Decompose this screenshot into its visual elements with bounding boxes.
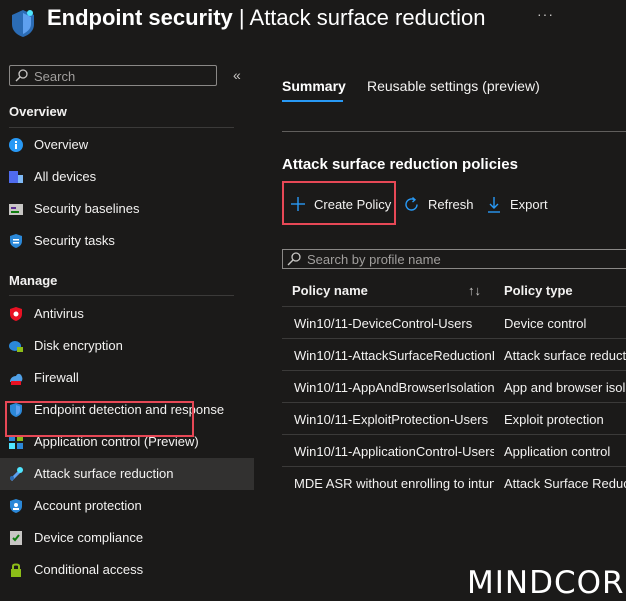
sidebar-item-attack-surface-reduction[interactable]: Attack surface reduction: [0, 458, 254, 490]
column-header-label: Policy name: [292, 283, 368, 298]
section-header-overview: Overview: [9, 104, 67, 119]
sidebar-item-overview[interactable]: Overview: [0, 129, 254, 161]
asr-icon: [9, 467, 23, 482]
disk-encryption-icon: [9, 341, 23, 352]
table-row[interactable]: Win10/11-DeviceControl-Users Device cont…: [282, 306, 626, 338]
sidebar-item-label: Security tasks: [34, 233, 115, 248]
sidebar-item-label: Security baselines: [34, 201, 140, 216]
sidebar-item-label: Device compliance: [34, 530, 144, 545]
endpoint-security-icon: [12, 10, 34, 37]
policy-type-cell: Attack surface reduction rules: [504, 348, 626, 363]
table-row[interactable]: Win10/11-AppAndBrowserIsolation App and …: [282, 370, 626, 402]
antivirus-icon: [10, 307, 22, 321]
selected-tab-indicator: [282, 100, 343, 102]
table-row[interactable]: Win10/11-AttackSurfaceReductionRules Att…: [282, 338, 626, 370]
policy-type-cell: Device control: [504, 316, 587, 331]
account-protection-icon: [10, 499, 22, 513]
sidebar-item-device-compliance[interactable]: Device compliance: [0, 522, 254, 554]
section-divider: [9, 295, 234, 296]
sidebar-item-account-protection[interactable]: Account protection: [0, 490, 254, 522]
profile-search-input[interactable]: Search by profile name: [282, 249, 626, 269]
table-row[interactable]: MDE ASR without enrolling to intune Atta…: [282, 466, 626, 498]
section-header-manage: Manage: [9, 273, 58, 288]
sidebar-item-security-baselines[interactable]: Security baselines: [0, 193, 254, 225]
sidebar-item-label: Antivirus: [34, 306, 84, 321]
title-bar: Endpoint security | Attack surface reduc…: [0, 0, 626, 44]
column-header-policy-name[interactable]: Policy name ↑↓: [282, 274, 494, 306]
search-icon: [15, 69, 28, 82]
sort-icon[interactable]: ↑↓: [468, 283, 481, 298]
search-icon: [287, 252, 301, 266]
profile-search-placeholder: Search by profile name: [307, 252, 441, 267]
create-policy-label: Create Policy: [314, 197, 392, 212]
sidebar-search-placeholder: Search: [34, 69, 76, 84]
create-policy-button[interactable]: Create Policy: [290, 186, 394, 222]
tab-summary[interactable]: Summary: [282, 78, 346, 94]
baselines-icon: [9, 204, 23, 215]
info-icon: [9, 138, 23, 152]
column-header-label: Policy type: [504, 283, 573, 298]
sidebar-item-label: Disk encryption: [34, 338, 123, 353]
export-button[interactable]: Export: [487, 186, 557, 222]
sidebar: Search « Overview Overview All devices S…: [0, 56, 254, 599]
sidebar-item-label: Application control (Preview): [34, 434, 199, 449]
sidebar-search-input[interactable]: Search: [9, 65, 217, 86]
policy-type-cell: App and browser isolation: [504, 380, 626, 395]
sidebar-item-conditional-access[interactable]: Conditional access: [0, 554, 254, 586]
page-title-secondary: | Attack surface reduction: [232, 5, 486, 30]
sidebar-item-label: Attack surface reduction: [34, 466, 174, 481]
edr-shield-icon: [10, 403, 22, 417]
plus-icon: [291, 197, 305, 211]
table-row[interactable]: Win10/11-ApplicationControl-Users Applic…: [282, 434, 626, 466]
sidebar-item-all-devices[interactable]: All devices: [0, 161, 254, 193]
policy-name-cell[interactable]: Win10/11-ExploitProtection-Users: [294, 412, 494, 427]
sidebar-item-security-tasks[interactable]: Security tasks: [0, 225, 254, 257]
tab-reusable-settings[interactable]: Reusable settings (preview): [367, 78, 540, 94]
more-options-button[interactable]: ···: [537, 6, 554, 22]
page-title-primary: Endpoint security: [47, 5, 233, 30]
page-title: Endpoint security | Attack surface reduc…: [47, 4, 486, 32]
export-icon: [488, 197, 500, 213]
policy-name-cell[interactable]: Win10/11-ApplicationControl-Users: [294, 444, 494, 459]
export-label: Export: [510, 197, 548, 212]
sidebar-item-label: All devices: [34, 169, 97, 184]
policy-name-cell[interactable]: Win10/11-AppAndBrowserIsolation: [294, 380, 494, 395]
compliance-icon: [10, 531, 22, 545]
sidebar-item-label: Overview: [34, 137, 89, 152]
tabs-divider: [282, 131, 626, 132]
sidebar-item-label: Endpoint detection and response: [34, 402, 225, 417]
policy-type-cell: Application control: [504, 444, 611, 459]
policy-name-cell[interactable]: Win10/11-AttackSurfaceReductionRules: [294, 348, 494, 363]
section-divider: [9, 127, 234, 128]
refresh-button[interactable]: Refresh: [403, 186, 475, 222]
column-header-policy-type[interactable]: Policy type: [494, 274, 626, 306]
policy-type-cell: Attack Surface Reduction Rules: [504, 476, 626, 491]
tasks-icon: [10, 234, 22, 248]
sidebar-item-disk-encryption[interactable]: Disk encryption: [0, 330, 254, 362]
table-row[interactable]: Win10/11-ExploitProtection-Users Exploit…: [282, 402, 626, 434]
sidebar-item-label: Account protection: [34, 498, 142, 513]
sidebar-item-label: Firewall: [34, 370, 79, 385]
section-title: Attack surface reduction policies: [282, 156, 518, 173]
policy-type-cell: Exploit protection: [504, 412, 604, 427]
sidebar-item-application-control[interactable]: Application control (Preview): [0, 426, 254, 458]
sidebar-item-label: Conditional access: [34, 562, 144, 577]
sidebar-item-endpoint-detection[interactable]: Endpoint detection and response: [0, 394, 254, 426]
conditional-access-icon: [11, 563, 21, 577]
watermark: MINDCORE: [467, 565, 626, 601]
policy-name-cell[interactable]: Win10/11-DeviceControl-Users: [294, 316, 494, 331]
refresh-label: Refresh: [428, 197, 474, 212]
refresh-icon: [405, 196, 418, 211]
collapse-sidebar-button[interactable]: «: [233, 67, 241, 83]
devices-icon: [9, 171, 23, 183]
app-control-icon: [9, 435, 23, 449]
sidebar-item-firewall[interactable]: Firewall: [0, 362, 254, 394]
main-content: Summary Reusable settings (preview) Atta…: [282, 56, 626, 599]
sidebar-item-antivirus[interactable]: Antivirus: [0, 298, 254, 330]
policy-name-cell[interactable]: MDE ASR without enrolling to intune: [294, 476, 494, 491]
firewall-icon: [10, 373, 23, 385]
